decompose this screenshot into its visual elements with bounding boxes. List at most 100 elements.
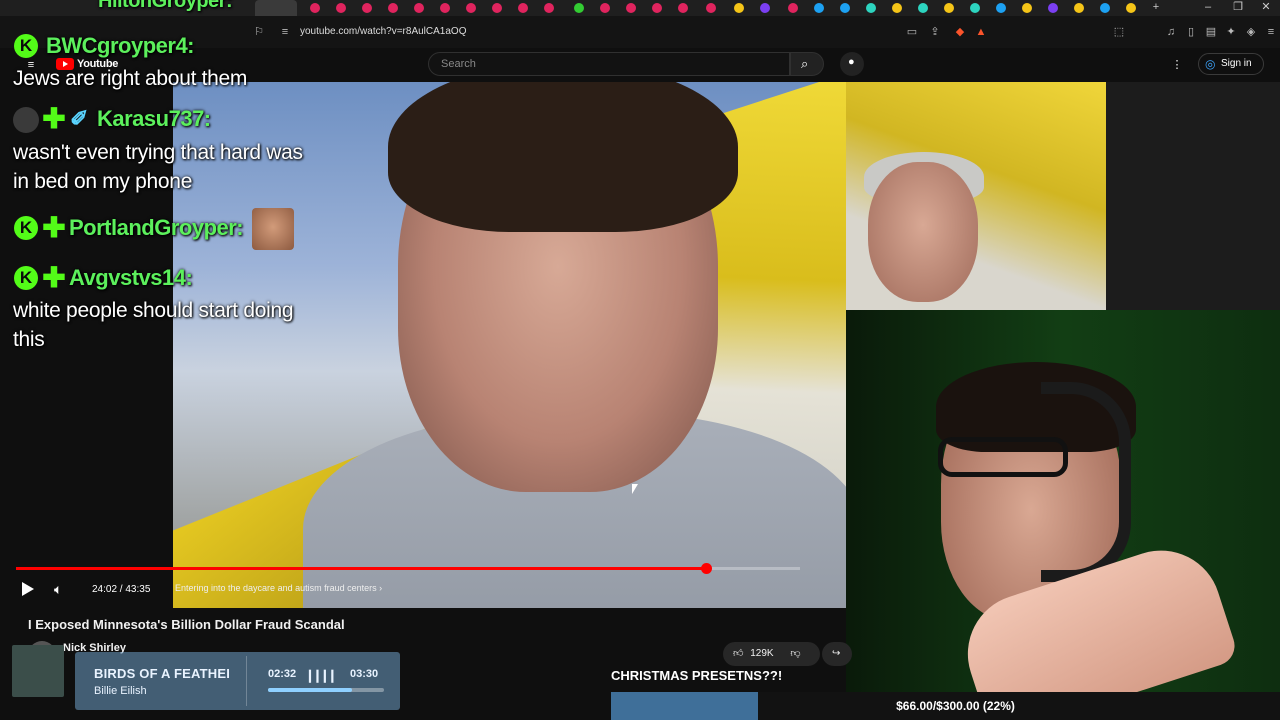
brave-rewards-icon[interactable]: ▲ — [974, 25, 988, 39]
tab-favicon[interactable] — [652, 3, 662, 13]
tab-favicon[interactable] — [600, 3, 610, 13]
tab-favicon[interactable] — [440, 3, 450, 13]
tab-favicon[interactable] — [362, 3, 372, 13]
new-tab-icon[interactable]: + — [1142, 0, 1170, 16]
voice-search-button[interactable]: ● — [840, 52, 864, 76]
search-input[interactable]: Search — [428, 52, 790, 76]
time-display: 24:02 / 43:35 — [92, 584, 151, 595]
more-options-icon[interactable]: ⋮ — [1170, 58, 1184, 72]
tab-favicon[interactable] — [760, 3, 770, 13]
tab-favicon[interactable] — [492, 3, 502, 13]
video-scrubber-handle[interactable] — [700, 563, 712, 574]
tab-favicon[interactable] — [814, 3, 824, 13]
tab-favicon[interactable] — [918, 3, 928, 13]
tab-favicon[interactable] — [1074, 3, 1084, 13]
bookmark-icon[interactable]: ⚐ — [252, 25, 266, 39]
goal-title: CHRISTMAS PRESETNS??! — [611, 668, 783, 683]
tab-favicon[interactable] — [574, 3, 584, 13]
chat-message: in bed on my phone — [13, 170, 193, 193]
search-icon: ⌕ — [801, 56, 809, 71]
share-button[interactable]: ↪ — [822, 642, 852, 666]
tab-favicon[interactable] — [734, 3, 744, 13]
tab-favicon[interactable] — [626, 3, 636, 13]
tab-favicon[interactable] — [892, 3, 902, 13]
share-icon[interactable]: ⇪ — [928, 25, 942, 39]
extensions-icon[interactable]: ⬚ — [1112, 25, 1126, 39]
chat-username: Karasu737: — [97, 106, 211, 131]
tab-favicon[interactable] — [866, 3, 876, 13]
tab-overlap-username: HiltonGroyper: — [98, 0, 233, 12]
tab-favicon[interactable] — [996, 3, 1006, 13]
sign-in-label: Sign in — [1221, 58, 1252, 69]
donation-goal-text: $66.00/$300.00 (22%) — [896, 699, 1015, 713]
chat-username: Avgvstvs14: — [69, 265, 193, 290]
sword-badge-icon: ✐ — [70, 106, 89, 131]
wallet-icon[interactable]: ▤ — [1204, 25, 1218, 39]
tab-favicon[interactable] — [944, 3, 954, 13]
webcam-feed — [1041, 382, 1131, 582]
tab-favicon[interactable] — [788, 3, 798, 13]
track-duration: 03:30 — [350, 668, 379, 680]
donation-goal-bar: $66.00/$300.00 (22%) — [611, 692, 1280, 720]
chat-username: BWCgroyper4: — [46, 33, 195, 58]
tab-favicon[interactable] — [840, 3, 850, 13]
menu-icon[interactable]: ≡ — [1264, 25, 1278, 39]
kick-badge-icon: K — [14, 216, 38, 240]
chat-message: this — [13, 328, 45, 351]
laughing-emote-icon — [252, 208, 294, 250]
search-button[interactable]: ⌕ — [790, 52, 824, 76]
volume-icon[interactable]: 🔈︎ — [54, 581, 62, 598]
close-icon[interactable]: ✕ — [1252, 0, 1280, 16]
media-icon[interactable]: ♫ — [1164, 25, 1178, 39]
like-count: 129K — [750, 648, 774, 659]
minimize-icon[interactable]: – — [1194, 0, 1222, 16]
now-playing-widget — [75, 652, 400, 710]
tab-favicon[interactable] — [544, 3, 554, 13]
account-icon: ◎ — [1205, 57, 1216, 71]
tab-favicon[interactable] — [1126, 3, 1136, 13]
leo-icon[interactable]: ✦ — [1224, 25, 1238, 39]
brave-shield-icon[interactable]: ◆ — [953, 25, 967, 39]
user-avatar-icon — [13, 107, 39, 133]
pip-video — [1106, 82, 1280, 310]
restore-icon[interactable]: ❐ — [1224, 0, 1252, 16]
subscriber-badge-icon: ✚ — [42, 262, 66, 293]
video-progress-bar[interactable] — [16, 563, 800, 574]
tab-favicon[interactable] — [1022, 3, 1032, 13]
tab-favicon[interactable] — [678, 3, 688, 13]
tab-favicon[interactable] — [1048, 3, 1058, 13]
tab-favicon[interactable] — [706, 3, 716, 13]
equalizer-icon: ▎▎▎▎ — [309, 671, 340, 683]
tab-favicon[interactable] — [1100, 3, 1110, 13]
pip-video — [868, 162, 978, 302]
tab-favicon[interactable] — [414, 3, 424, 13]
chapter-label: Entering into the daycare and autism fra… — [175, 583, 377, 593]
vpn-icon[interactable]: ◈ — [1244, 25, 1258, 39]
track-progress-bar — [268, 688, 384, 692]
tab-favicon[interactable] — [388, 3, 398, 13]
track-progress-fill — [268, 688, 352, 692]
play-icon[interactable] — [22, 582, 34, 596]
sign-in-button[interactable]: ◎ Sign in — [1198, 53, 1264, 75]
tab-favicon[interactable] — [466, 3, 476, 13]
mouse-cursor-icon — [632, 484, 638, 494]
cast-icon[interactable]: ▭ — [905, 25, 919, 39]
browser-tab-strip: HiltonGroyper: + – ❐ ✕ — [0, 0, 1280, 16]
thumbs-up-icon: 👍︎ — [733, 648, 744, 659]
sidebar-icon[interactable]: ▯ — [1184, 25, 1198, 39]
active-tab[interactable] — [255, 0, 297, 16]
chapter-title[interactable]: Entering into the daycare and autism fra… — [175, 583, 382, 593]
webcam-overlay — [846, 82, 1280, 720]
thumbs-down-icon[interactable]: 👎︎ — [790, 648, 800, 659]
chat-message: white people should start doing — [13, 299, 294, 322]
share-arrow-icon: ↪ — [832, 648, 841, 659]
url-field[interactable]: youtube.com/watch?v=r8AulCA1aOQ — [300, 23, 920, 41]
chat-message: Jews are right about them — [13, 67, 248, 90]
tab-favicon[interactable] — [336, 3, 346, 13]
tab-favicon[interactable] — [970, 3, 980, 13]
tab-favicon[interactable] — [310, 3, 320, 13]
like-button[interactable]: 👍︎ 129K 👎︎ — [723, 642, 820, 666]
site-info-icon[interactable]: ≡ — [278, 25, 292, 39]
video-frame-person — [388, 82, 738, 232]
tab-favicon[interactable] — [518, 3, 528, 13]
